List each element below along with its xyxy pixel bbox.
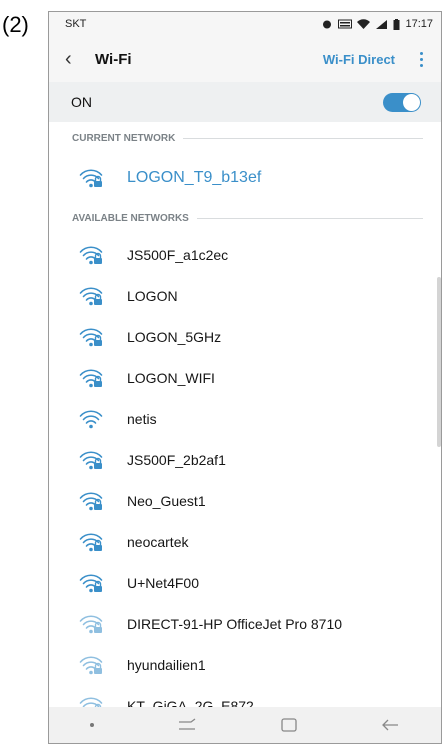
wifi-status-icon (357, 18, 371, 29)
network-row[interactable]: Neo_Guest1 (49, 480, 441, 521)
network-name: netis (127, 410, 157, 427)
network-row[interactable]: JS500F_a1c2ec (49, 234, 441, 275)
network-name: JS500F_2b2af1 (127, 451, 226, 468)
network-row[interactable]: neocartek (49, 521, 441, 562)
wifi-lock-icon (79, 285, 105, 307)
network-name: hyundailien1 (127, 656, 206, 673)
wifi-toggle-row[interactable]: ON (49, 82, 441, 122)
section-divider (196, 217, 423, 219)
wifi-lock-icon (79, 654, 105, 676)
network-name: Neo_Guest1 (127, 492, 206, 509)
network-row[interactable]: LOGON_5GHz (49, 316, 441, 357)
scrollbar[interactable] (437, 277, 441, 447)
figure-label: (2) (2, 12, 29, 37)
wifi-lock-icon (79, 326, 105, 348)
network-name: DIRECT-91-HP OfficeJet Pro 8710 (127, 615, 343, 632)
keyboard-icon (338, 19, 353, 29)
network-name: LOGON (127, 287, 178, 304)
network-row[interactable]: JS500F_2b2af1 (49, 439, 441, 480)
carrier-label: SKT (65, 18, 87, 30)
wifi-lock-icon (79, 367, 105, 389)
toggle-knob (403, 93, 420, 111)
wifi-lock-icon (79, 613, 105, 635)
app-bar: ‹ Wi-Fi Wi-Fi Direct (49, 36, 441, 82)
status-bar: SKT 17:17 (49, 12, 441, 36)
network-name: neocartek (127, 533, 189, 550)
signal-icon (376, 19, 388, 29)
network-list: JS500F_a1c2ec LOGON LOGON_5GHz LOGON_WIFIne… (49, 234, 441, 726)
network-row[interactable]: U+Net4F00 (49, 562, 441, 603)
wifi-toggle[interactable] (383, 92, 421, 112)
wifi-direct-button[interactable]: Wi-Fi Direct (323, 52, 395, 67)
network-sheet: CURRENT NETWORK LOGON_T9_b13ef AVAILABLE… (49, 122, 441, 726)
current-network-row[interactable]: LOGON_T9_b13ef (49, 154, 441, 202)
current-network-header: CURRENT NETWORK (49, 122, 441, 154)
toggle-label: ON (71, 94, 92, 110)
time-label: 17:17 (405, 18, 433, 30)
network-row[interactable]: DIRECT-91-HP OfficeJet Pro 8710 (49, 603, 441, 644)
network-name: LOGON_WIFI (127, 369, 215, 386)
page-title: Wi-Fi (95, 50, 132, 68)
recents-icon[interactable] (176, 718, 198, 732)
wifi-lock-icon (79, 167, 105, 189)
available-networks-header: AVAILABLE NETWORKS (49, 202, 441, 234)
current-network-name: LOGON_T9_b13ef (127, 169, 262, 186)
section-divider (183, 137, 423, 139)
battery-icon (393, 18, 400, 30)
network-name: U+Net4F00 (127, 574, 199, 591)
wifi-lock-icon (79, 449, 105, 471)
network-name: JS500F_a1c2ec (127, 246, 229, 263)
section-title: AVAILABLE NETWORKS (72, 212, 189, 224)
back-arrow-icon[interactable]: ‹ (65, 48, 89, 71)
alarm-icon (323, 20, 332, 29)
status-icons: 17:17 (321, 18, 433, 30)
home-icon[interactable] (280, 717, 298, 733)
wifi-lock-icon (79, 244, 105, 266)
wifi-lock-icon (79, 490, 105, 512)
section-title: CURRENT NETWORK (72, 132, 176, 144)
network-row[interactable]: LOGON (49, 275, 441, 316)
network-row[interactable]: LOGON_WIFI (49, 357, 441, 398)
nav-dot-icon (90, 723, 94, 727)
wifi-lock-icon (79, 531, 105, 553)
wifi-lock-icon (79, 572, 105, 594)
wifi-icon (79, 408, 105, 430)
nav-bar (49, 707, 441, 743)
network-row[interactable]: netis (49, 398, 441, 439)
back-icon[interactable] (380, 718, 400, 732)
network-name: LOGON_5GHz (127, 328, 222, 345)
more-vert-icon[interactable] (411, 51, 431, 67)
phone-screen: SKT 17:17 ‹ Wi-Fi Wi-Fi Direct ON CURREN… (48, 11, 442, 744)
network-row[interactable]: hyundailien1 (49, 644, 441, 685)
